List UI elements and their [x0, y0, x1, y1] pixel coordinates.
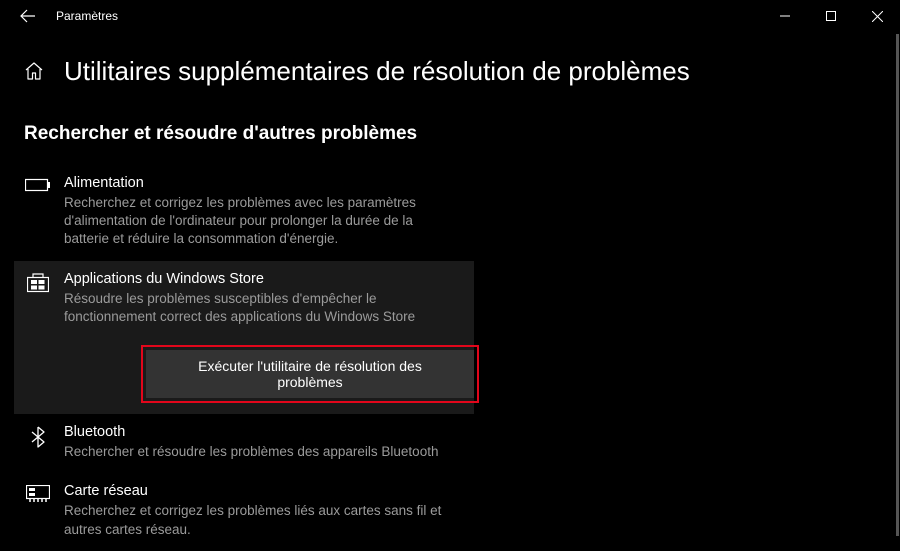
- home-button[interactable]: [24, 61, 46, 83]
- window-title: Paramètres: [56, 9, 118, 23]
- item-desc: Rechercher et résoudre les problèmes des…: [64, 443, 444, 461]
- scrollbar[interactable]: [896, 34, 899, 536]
- item-title: Bluetooth: [64, 424, 450, 440]
- network-card-icon: [24, 483, 52, 538]
- section-header: Rechercher et résoudre d'autres problème…: [24, 123, 900, 145]
- item-title: Alimentation: [64, 175, 450, 191]
- troubleshooter-item-network[interactable]: Carte réseau Recherchez et corrigez les …: [0, 473, 474, 550]
- troubleshooter-item-bluetooth[interactable]: Bluetooth Rechercher et résoudre les pro…: [0, 414, 474, 473]
- troubleshooter-item-windows-store[interactable]: Applications du Windows Store Résoudre l…: [14, 261, 474, 338]
- minimize-icon: [780, 11, 790, 21]
- window-controls: [762, 0, 900, 32]
- run-button-container: Exécuter l'utilitaire de résolution des …: [14, 338, 474, 414]
- close-button[interactable]: [854, 0, 900, 32]
- back-button[interactable]: [14, 2, 42, 30]
- arrow-left-icon: [20, 8, 36, 24]
- titlebar: Paramètres: [0, 0, 900, 32]
- bluetooth-icon: [24, 424, 52, 461]
- run-troubleshooter-button[interactable]: Exécuter l'utilitaire de résolution des …: [146, 350, 474, 398]
- item-desc: Recherchez et corrigez les problèmes ave…: [64, 194, 444, 249]
- windows-store-icon: [24, 271, 52, 326]
- page-title: Utilitaires supplémentaires de résolutio…: [64, 56, 690, 87]
- item-desc: Résoudre les problèmes susceptibles d'em…: [64, 290, 444, 326]
- close-icon: [872, 11, 883, 22]
- page-header: Utilitaires supplémentaires de résolutio…: [0, 32, 900, 87]
- troubleshooter-list: Alimentation Recherchez et corrigez les …: [0, 165, 900, 551]
- item-desc: Recherchez et corrigez les problèmes lié…: [64, 502, 444, 538]
- maximize-button[interactable]: [808, 0, 854, 32]
- home-icon: [24, 61, 44, 81]
- minimize-button[interactable]: [762, 0, 808, 32]
- troubleshooter-item-power[interactable]: Alimentation Recherchez et corrigez les …: [0, 165, 474, 261]
- maximize-icon: [826, 11, 836, 21]
- item-title: Applications du Windows Store: [64, 271, 450, 287]
- item-title: Carte réseau: [64, 483, 450, 499]
- battery-icon: [24, 175, 52, 249]
